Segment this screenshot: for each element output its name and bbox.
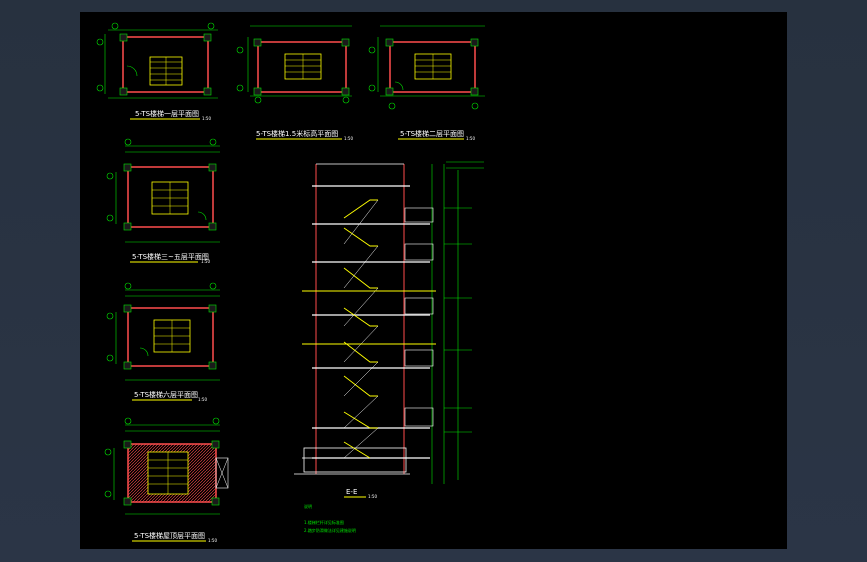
stair-section-e-e: E-E 1:50 [294,161,484,499]
plan-5-scale: 1:50 [198,397,207,402]
plan-4-scale: 1:50 [201,259,210,264]
plan-6-scale: 1:50 [208,538,217,543]
stair-plan-6: 5-TS楼梯屋顶层平面图 1:50 [104,417,229,543]
plan-2-scale: 1:50 [344,136,353,141]
cad-viewport[interactable]: 5-TS楼梯一层平面图 1:50 5-TS楼梯1.5米标高平面图 1:50 5-… [0,0,867,562]
section-title: E-E [346,488,357,496]
stair-plan-3: 5-TS楼梯二层平面图 1:50 [368,25,485,141]
plan-1-scale: 1:50 [202,116,211,121]
stair-plan-1: 5-TS楼梯一层平面图 1:50 [96,22,218,121]
notes-heading: 说明 [304,503,312,509]
stair-plan-2: 5-TS楼梯1.5米标高平面图 1:50 [236,25,353,141]
notes-line-2: 2.踏步防滑做法详见建施说明 [304,527,356,533]
plan-2-title: 5-TS楼梯1.5米标高平面图 [256,129,338,138]
plan-1-title: 5-TS楼梯一层平面图 [135,109,199,118]
stair-plan-5: 5-TS楼梯六层平面图 1:50 [106,282,220,402]
plan-4-title: 5-TS楼梯三~五层平面图 [132,252,209,261]
stair-plan-4: 5-TS楼梯三~五层平面图 1:50 [106,138,220,264]
drawing-canvas[interactable]: 5-TS楼梯一层平面图 1:50 5-TS楼梯1.5米标高平面图 1:50 5-… [80,12,787,549]
plan-3-title: 5-TS楼梯二层平面图 [400,129,464,138]
drawing-svg: 5-TS楼梯一层平面图 1:50 5-TS楼梯1.5米标高平面图 1:50 5-… [96,22,485,543]
plan-5-title: 5-TS楼梯六层平面图 [134,390,198,399]
drawing-notes: 说明 1.楼梯栏杆详见标准图 2.踏步防滑做法详见建施说明 [304,503,356,533]
section-scale: 1:50 [368,494,377,499]
plan-6-title: 5-TS楼梯屋顶层平面图 [134,531,205,540]
plan-3-scale: 1:50 [466,136,475,141]
notes-line-1: 1.楼梯栏杆详见标准图 [304,519,344,525]
